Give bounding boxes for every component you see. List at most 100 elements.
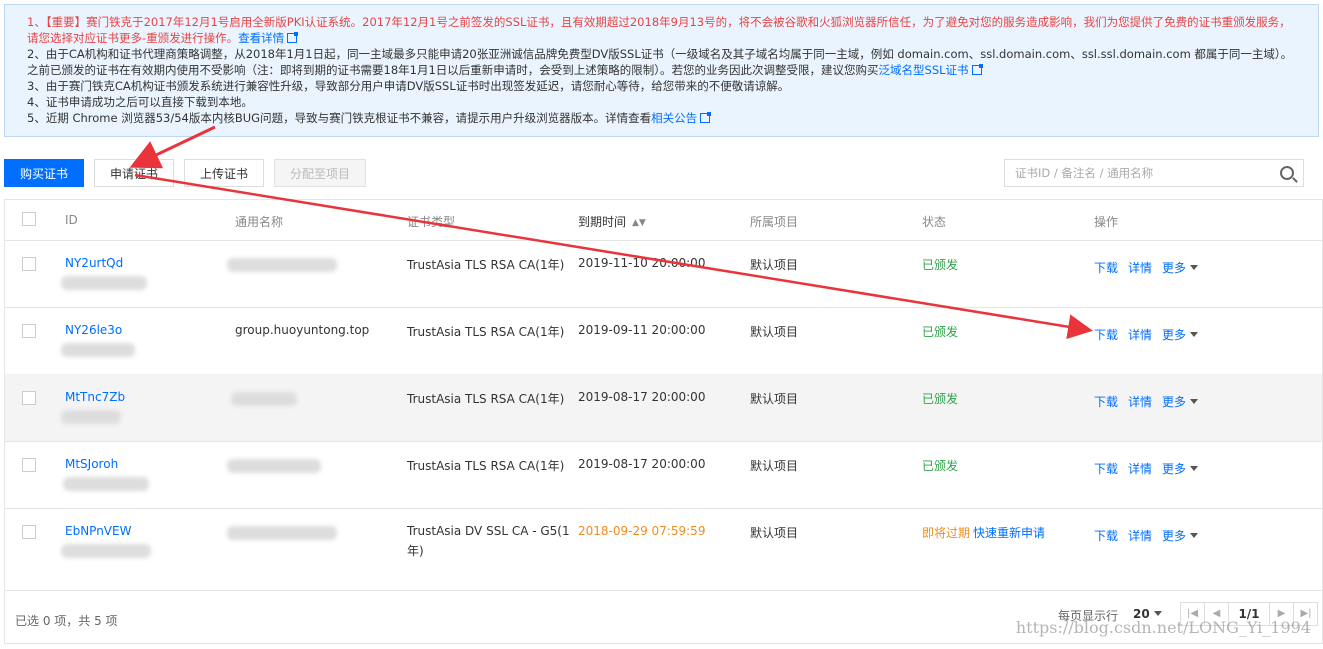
row-checkbox[interactable]	[22, 458, 36, 472]
detail-link[interactable]: 详情	[1128, 527, 1152, 544]
redacted-common-name	[227, 459, 321, 473]
external-link-icon	[287, 32, 299, 43]
view-details-link[interactable]: 查看详情	[238, 31, 284, 45]
common-name: group.huoyuntong.top	[235, 323, 370, 337]
assign-project-button[interactable]: 分配至项目	[274, 159, 366, 187]
table-row: MtSJoroh TrustAsia TLS RSA CA(1年) 2019-0…	[5, 441, 1322, 509]
more-dropdown[interactable]: 更多	[1162, 259, 1199, 276]
download-link[interactable]: 下载	[1094, 326, 1118, 343]
external-link-icon	[700, 112, 712, 123]
row-checkbox[interactable]	[22, 391, 36, 405]
select-all-checkbox[interactable]	[22, 212, 36, 226]
status-badge: 即将过期	[922, 526, 971, 540]
status-badge: 已颁发	[922, 459, 959, 473]
more-dropdown[interactable]: 更多	[1162, 326, 1199, 343]
buy-cert-button[interactable]: 购买证书	[4, 159, 84, 187]
expiry-time: 2019-08-17 20:00:00	[578, 390, 706, 404]
project: 默认项目	[750, 459, 799, 473]
external-link-icon	[971, 64, 983, 75]
table-row: NY26le3o group.huoyuntong.top TrustAsia …	[5, 307, 1322, 375]
row-checkbox[interactable]	[22, 257, 36, 271]
upload-cert-button[interactable]: 上传证书	[184, 159, 264, 187]
selection-summary: 已选 0 项，共 5 项	[15, 614, 118, 628]
table-row: MtTnc7Zb TrustAsia TLS RSA CA(1年) 2019-0…	[5, 374, 1322, 442]
cert-table: ID 通用名称 证书类型 到期时间 ▲▼ 所属项目 状态 操作 NY2urtQd …	[4, 199, 1323, 644]
apply-cert-button[interactable]: 申请证书	[94, 159, 174, 187]
search-input[interactable]	[1005, 160, 1285, 186]
download-link[interactable]: 下载	[1094, 259, 1118, 276]
cert-type: TrustAsia TLS RSA CA(1年)	[407, 392, 565, 406]
status-badge: 已颁发	[922, 258, 959, 272]
cert-id-link[interactable]: MtSJoroh	[65, 457, 118, 471]
cert-type-line-2: 年)	[407, 544, 424, 558]
cert-id-link[interactable]: MtTnc7Zb	[65, 390, 125, 404]
expiry-time: 2018-09-29 07:59:59	[578, 524, 706, 538]
expiry-time: 2019-09-11 20:00:00	[578, 323, 706, 337]
status-badge: 已颁发	[922, 392, 959, 406]
notice-line-2: 2、由于CA机构和证书代理商策略调整，从2018年1月1日起，同一主域最多只能申…	[27, 47, 1293, 77]
col-actions: 操作	[1094, 215, 1119, 229]
notice-line-5: 5、近期 Chrome 浏览器53/54版本内核BUG问题，导致与赛门铁克根证书…	[27, 110, 1298, 126]
chevron-down-icon	[1190, 265, 1199, 270]
status-badge: 已颁发	[922, 325, 959, 339]
col-id: ID	[65, 213, 78, 227]
table-row: NY2urtQd TrustAsia TLS RSA CA(1年) 2019-1…	[5, 240, 1322, 308]
chevron-down-icon	[1153, 611, 1162, 616]
redacted-remark	[63, 477, 149, 491]
cert-type: TrustAsia TLS RSA CA(1年)	[407, 325, 565, 339]
download-link[interactable]: 下载	[1094, 393, 1118, 410]
notice-panel: 1、【重要】赛门铁克于2017年12月1号启用全新版PKI认证系统。2017年1…	[4, 4, 1319, 137]
cert-type-line-1: TrustAsia DV SSL CA - G5(1	[407, 524, 570, 538]
sort-icon[interactable]: ▲▼	[632, 218, 646, 228]
col-common-name: 通用名称	[235, 215, 284, 229]
more-dropdown[interactable]: 更多	[1162, 527, 1199, 544]
expiry-time: 2019-08-17 20:00:00	[578, 457, 706, 471]
watermark: https://blog.csdn.net/LONG_Yi_1994	[1015, 618, 1311, 637]
more-dropdown[interactable]: 更多	[1162, 460, 1199, 477]
col-project: 所属项目	[750, 215, 799, 229]
col-status: 状态	[922, 215, 947, 229]
redacted-remark	[61, 343, 135, 357]
col-cert-type: 证书类型	[407, 215, 456, 229]
cert-id-link[interactable]: NY26le3o	[65, 323, 122, 337]
redacted-remark	[61, 544, 151, 558]
download-link[interactable]: 下载	[1094, 460, 1118, 477]
col-expiry[interactable]: 到期时间 ▲▼	[578, 213, 646, 230]
project: 默认项目	[750, 526, 799, 540]
redacted-common-name	[227, 258, 337, 272]
redacted-common-name	[227, 526, 337, 540]
redacted-remark	[61, 276, 147, 290]
project: 默认项目	[750, 325, 799, 339]
detail-link[interactable]: 详情	[1128, 259, 1152, 276]
search-box	[1004, 159, 1304, 187]
notice-line-3: 3、由于赛门铁克CA机构证书颁发系统进行兼容性升级，导致部分用户申请DV版SSL…	[27, 79, 790, 93]
detail-link[interactable]: 详情	[1128, 326, 1152, 343]
toolbar: 购买证书 申请证书 上传证书 分配至项目	[4, 159, 1319, 191]
project: 默认项目	[750, 392, 799, 406]
chevron-down-icon	[1190, 466, 1199, 471]
wildcard-cert-link[interactable]: 泛域名型SSL证书	[879, 63, 969, 77]
expiry-time: 2019-11-10 20:00:00	[578, 256, 706, 270]
table-header: ID 通用名称 证书类型 到期时间 ▲▼ 所属项目 状态 操作	[5, 200, 1322, 241]
redacted-remark	[61, 410, 121, 424]
project: 默认项目	[750, 258, 799, 272]
search-icon[interactable]	[1280, 166, 1294, 180]
notice-line-1: 1、【重要】赛门铁克于2017年12月1号启用全新版PKI认证系统。2017年1…	[27, 15, 1291, 45]
row-checkbox[interactable]	[22, 324, 36, 338]
cert-type: TrustAsia TLS RSA CA(1年)	[407, 459, 565, 473]
notice-line-4: 4、证书申请成功之后可以直接下载到本地。	[27, 95, 253, 109]
chevron-down-icon	[1190, 533, 1199, 538]
more-dropdown[interactable]: 更多	[1162, 393, 1199, 410]
chevron-down-icon	[1190, 332, 1199, 337]
detail-link[interactable]: 详情	[1128, 460, 1152, 477]
cert-id-link[interactable]: EbNPnVEW	[65, 524, 131, 538]
cert-id-link[interactable]: NY2urtQd	[65, 256, 123, 270]
download-link[interactable]: 下载	[1094, 527, 1118, 544]
related-announcement-link[interactable]: 相关公告	[651, 111, 697, 125]
cert-type: TrustAsia TLS RSA CA(1年)	[407, 258, 565, 272]
detail-link[interactable]: 详情	[1128, 393, 1152, 410]
row-checkbox[interactable]	[22, 525, 36, 539]
chevron-down-icon	[1190, 399, 1199, 404]
redacted-common-name	[231, 392, 297, 406]
quick-reapply-link[interactable]: 快速重新申请	[973, 524, 1045, 541]
